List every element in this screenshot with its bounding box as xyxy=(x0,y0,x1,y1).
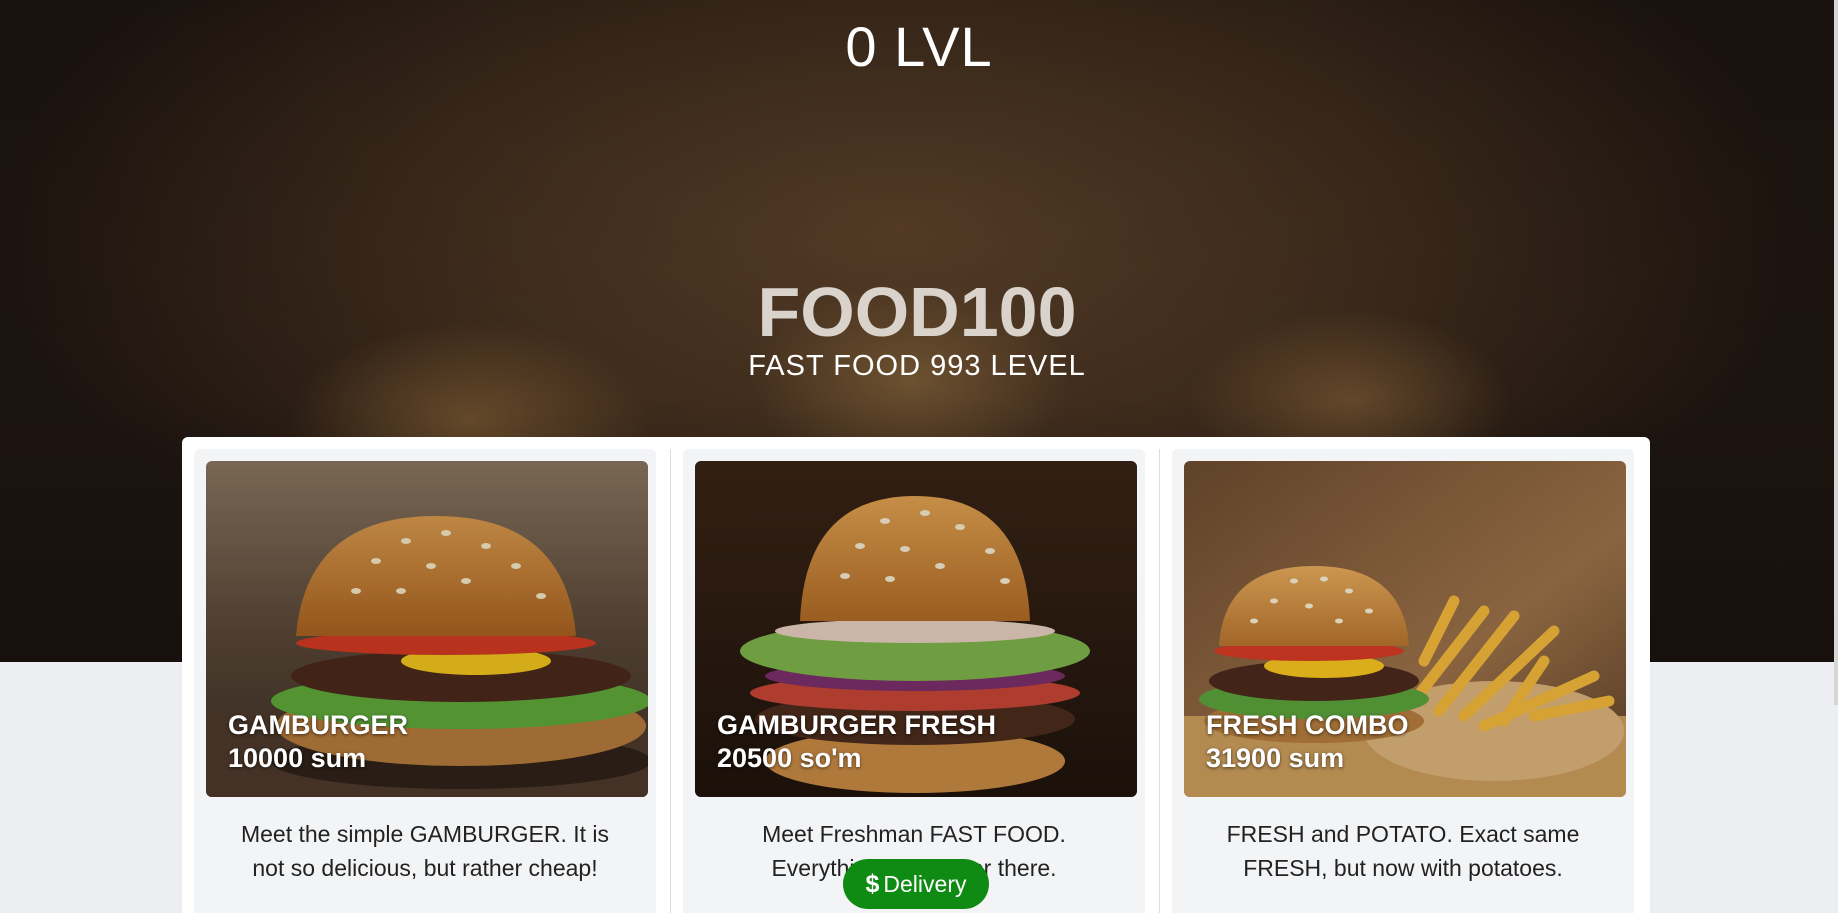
brand-title: FOOD100 xyxy=(757,273,1077,351)
page: 0 LVL FOOD100 FAST FOOD 993 LEVEL GAMBUR… xyxy=(0,0,1838,913)
dollar-icon: $ xyxy=(865,869,880,898)
card-caption: FRESH COMBO 31900 sum xyxy=(1206,709,1409,775)
delivery-button[interactable]: $ Delivery xyxy=(843,859,989,909)
level-counter: 0 LVL xyxy=(845,15,993,78)
brand-subtitle: FAST FOOD 993 LEVEL xyxy=(748,350,1086,382)
menu-cards-panel: GAMBURGER 10000 sum Meet the simple GAMB… xyxy=(182,437,1650,913)
delivery-label: Delivery xyxy=(883,870,967,897)
card-caption: GAMBURGER 10000 sum xyxy=(228,709,408,775)
menu-card[interactable]: GAMBURGER FRESH 20500 so'm Meet Freshman… xyxy=(683,449,1145,913)
card-title: GAMBURGER FRESH xyxy=(717,710,997,740)
card-description: FRESH and POTATO. Exact same FRESH, but … xyxy=(1226,821,1580,881)
menu-card[interactable]: GAMBURGER 10000 sum Meet the simple GAMB… xyxy=(194,449,656,913)
card-title: FRESH COMBO xyxy=(1206,710,1409,740)
card-caption: GAMBURGER FRESH 20500 so'm xyxy=(717,709,996,775)
card-divider xyxy=(670,449,671,913)
card-title: GAMBURGER xyxy=(228,710,408,740)
burger-image: GAMBURGER FRESH 20500 so'm xyxy=(695,461,1137,797)
card-divider xyxy=(1159,449,1160,913)
card-price: 20500 so'm xyxy=(717,743,862,773)
combo-image: FRESH COMBO 31900 sum xyxy=(1184,461,1626,797)
card-description: Meet the simple GAMBURGER. It is not so … xyxy=(240,821,610,881)
burger-image: GAMBURGER 10000 sum xyxy=(206,461,648,797)
scrollbar[interactable] xyxy=(1834,0,1838,705)
card-price: 31900 sum xyxy=(1206,743,1345,773)
card-price: 10000 sum xyxy=(228,743,367,773)
menu-card[interactable]: FRESH COMBO 31900 sum FRESH and POTATO. … xyxy=(1172,449,1634,913)
